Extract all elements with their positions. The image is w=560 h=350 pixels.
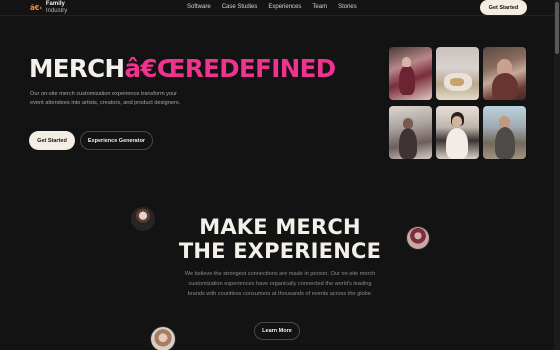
hero-title-merch: MERCH	[29, 54, 125, 83]
nav-case-studies[interactable]: Case Studies	[222, 4, 258, 10]
scrollbar-thumb[interactable]	[555, 2, 559, 54]
photo-event-5-icon	[436, 106, 479, 159]
learn-more-button[interactable]: Learn More	[254, 322, 300, 340]
experience-generator-button[interactable]: Experience Generator	[80, 131, 153, 150]
main-nav: Software Case Studies Experiences Team S…	[187, 4, 357, 10]
page-scrollbar[interactable]	[554, 0, 560, 350]
logo[interactable]: â€‹ Family Industry	[30, 1, 67, 14]
photo-event-2-icon	[436, 47, 479, 100]
nav-experiences[interactable]: Experiences	[268, 4, 301, 10]
section-title: MAKE MERCH THE EXPERIENCE	[140, 215, 420, 263]
nav-team[interactable]: Team	[312, 4, 327, 10]
section-title-line-2: THE EXPERIENCE	[178, 239, 382, 263]
hero-title-redefined: â€ŒREDEFINED	[124, 54, 336, 83]
hero-description: Our on-site merch customization experien…	[30, 91, 181, 106]
nav-software[interactable]: Software	[187, 4, 211, 10]
hero-title: MERCHâ€ŒREDEFINED	[29, 55, 336, 83]
photo-event-4-icon	[389, 106, 432, 159]
site-header: â€‹ Family Industry Software Case Studie…	[0, 0, 560, 16]
header-get-started-button[interactable]: Get Started	[480, 0, 527, 15]
section-description: We believe the strongest connections are…	[184, 271, 376, 297]
attendee-avatar-3	[151, 327, 175, 350]
hero-get-started-button[interactable]: Get Started	[29, 131, 75, 150]
section-title-line-1: MAKE MERCH	[199, 215, 361, 239]
logo-mark-icon: â€‹	[30, 3, 42, 12]
nav-stories[interactable]: Stories	[338, 4, 357, 10]
page: â€‹ Family Industry Software Case Studie…	[0, 0, 560, 350]
photo-event-1-icon	[389, 47, 432, 100]
photo-event-3-icon	[483, 47, 526, 100]
photo-event-6-icon	[483, 106, 526, 159]
logo-line-industry: Industry	[45, 7, 68, 14]
logo-text: Family Industry	[46, 1, 67, 14]
